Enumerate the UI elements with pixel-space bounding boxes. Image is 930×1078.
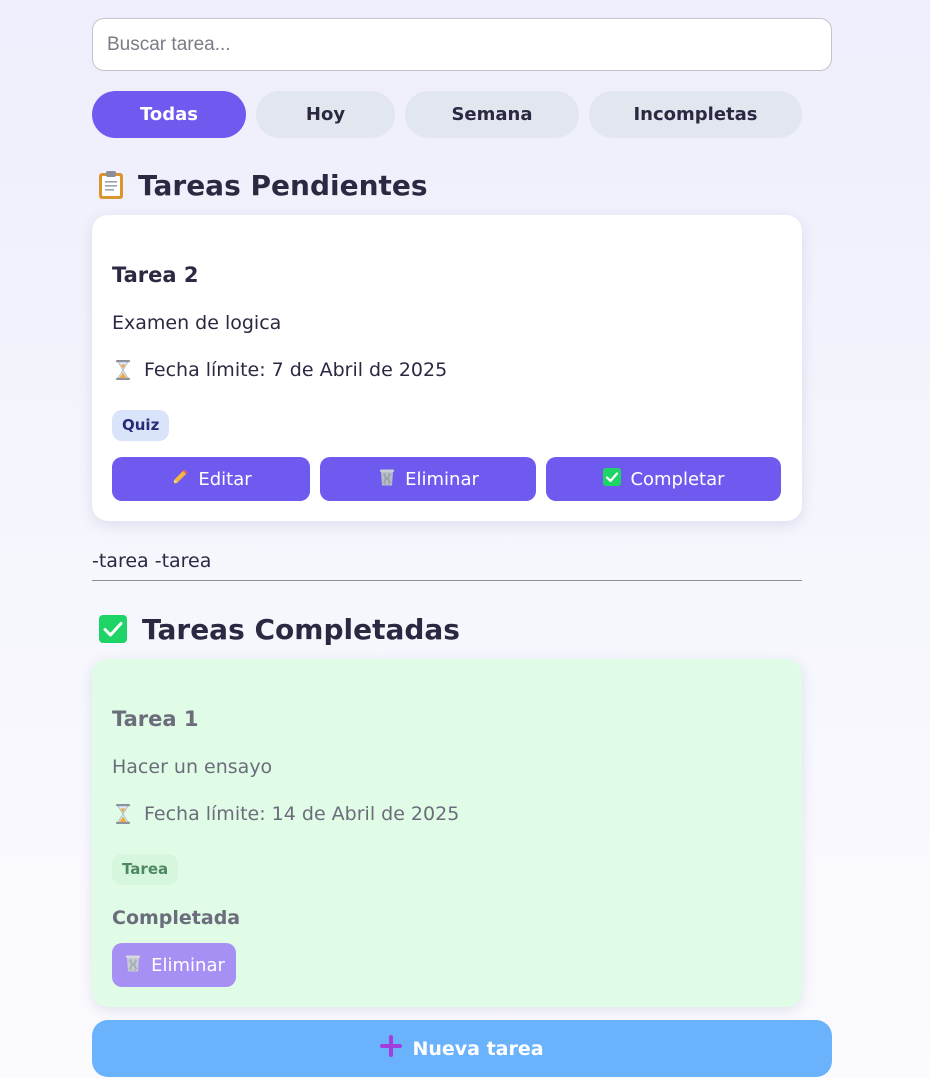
pending-section-title: Tareas Pendientes bbox=[92, 165, 832, 205]
filter-incompletas[interactable]: Incompletas bbox=[589, 91, 802, 138]
clipboard-icon bbox=[98, 170, 124, 200]
task-card-pending: Tarea 2 Examen de logica Fecha límite: 7… bbox=[92, 215, 802, 521]
filter-bar: Todas Hoy Semana Incompletas bbox=[92, 91, 832, 138]
pending-section-label: Tareas Pendientes bbox=[138, 168, 428, 202]
hourglass-icon bbox=[112, 803, 134, 825]
task-deadline: Fecha límite: 7 de Abril de 2025 bbox=[112, 357, 782, 383]
task-app: Todas Hoy Semana Incompletas Tareas Pend… bbox=[92, 18, 832, 1007]
deadline-text: Fecha límite: 14 de Abril de 2025 bbox=[144, 803, 460, 825]
plus-icon bbox=[380, 1035, 403, 1062]
task-deadline: Fecha límite: 14 de Abril de 2025 bbox=[112, 801, 782, 827]
filter-hoy[interactable]: Hoy bbox=[256, 91, 395, 138]
task-title: Tarea 2 bbox=[112, 263, 199, 287]
task-description: Hacer un ensayo bbox=[112, 756, 273, 778]
edit-button[interactable]: Editar bbox=[112, 457, 310, 501]
text-input[interactable] bbox=[92, 541, 802, 581]
check-mark-icon bbox=[602, 467, 622, 492]
task-tag: Tarea bbox=[112, 854, 179, 885]
delete-label: Eliminar bbox=[151, 954, 225, 976]
deadline-text: Fecha límite: 7 de Abril de 2025 bbox=[144, 359, 448, 381]
task-actions: Editar Eliminar Completar bbox=[112, 457, 782, 501]
completed-status: Completada bbox=[112, 907, 241, 929]
new-task-button[interactable]: Nueva tarea bbox=[92, 1020, 832, 1077]
task-title: Tarea 1 bbox=[112, 707, 199, 731]
filter-semana[interactable]: Semana bbox=[405, 91, 579, 138]
check-box-icon bbox=[98, 614, 128, 644]
complete-label: Completar bbox=[630, 468, 725, 490]
new-task-label: Nueva tarea bbox=[412, 1037, 544, 1060]
delete-button[interactable]: Eliminar bbox=[320, 457, 536, 501]
edit-label: Editar bbox=[198, 468, 252, 490]
task-description: Examen de logica bbox=[112, 312, 282, 334]
filter-todas[interactable]: Todas bbox=[92, 91, 246, 138]
task-actions: Eliminar bbox=[112, 943, 782, 987]
task-tag: Quiz bbox=[112, 410, 170, 441]
search-input[interactable] bbox=[92, 18, 832, 71]
delete-label: Eliminar bbox=[405, 468, 479, 490]
completed-section-title: Tareas Completadas bbox=[92, 609, 832, 649]
complete-button[interactable]: Completar bbox=[546, 457, 781, 501]
completed-section-label: Tareas Completadas bbox=[142, 612, 460, 646]
pencil-icon bbox=[170, 467, 190, 492]
delete-button[interactable]: Eliminar bbox=[112, 943, 236, 987]
task-card-completed: Tarea 1 Hacer un ensayo Fecha límite: 14… bbox=[92, 659, 802, 1007]
wastebasket-icon bbox=[377, 467, 397, 492]
wastebasket-icon bbox=[123, 953, 143, 978]
hourglass-icon bbox=[112, 359, 134, 381]
